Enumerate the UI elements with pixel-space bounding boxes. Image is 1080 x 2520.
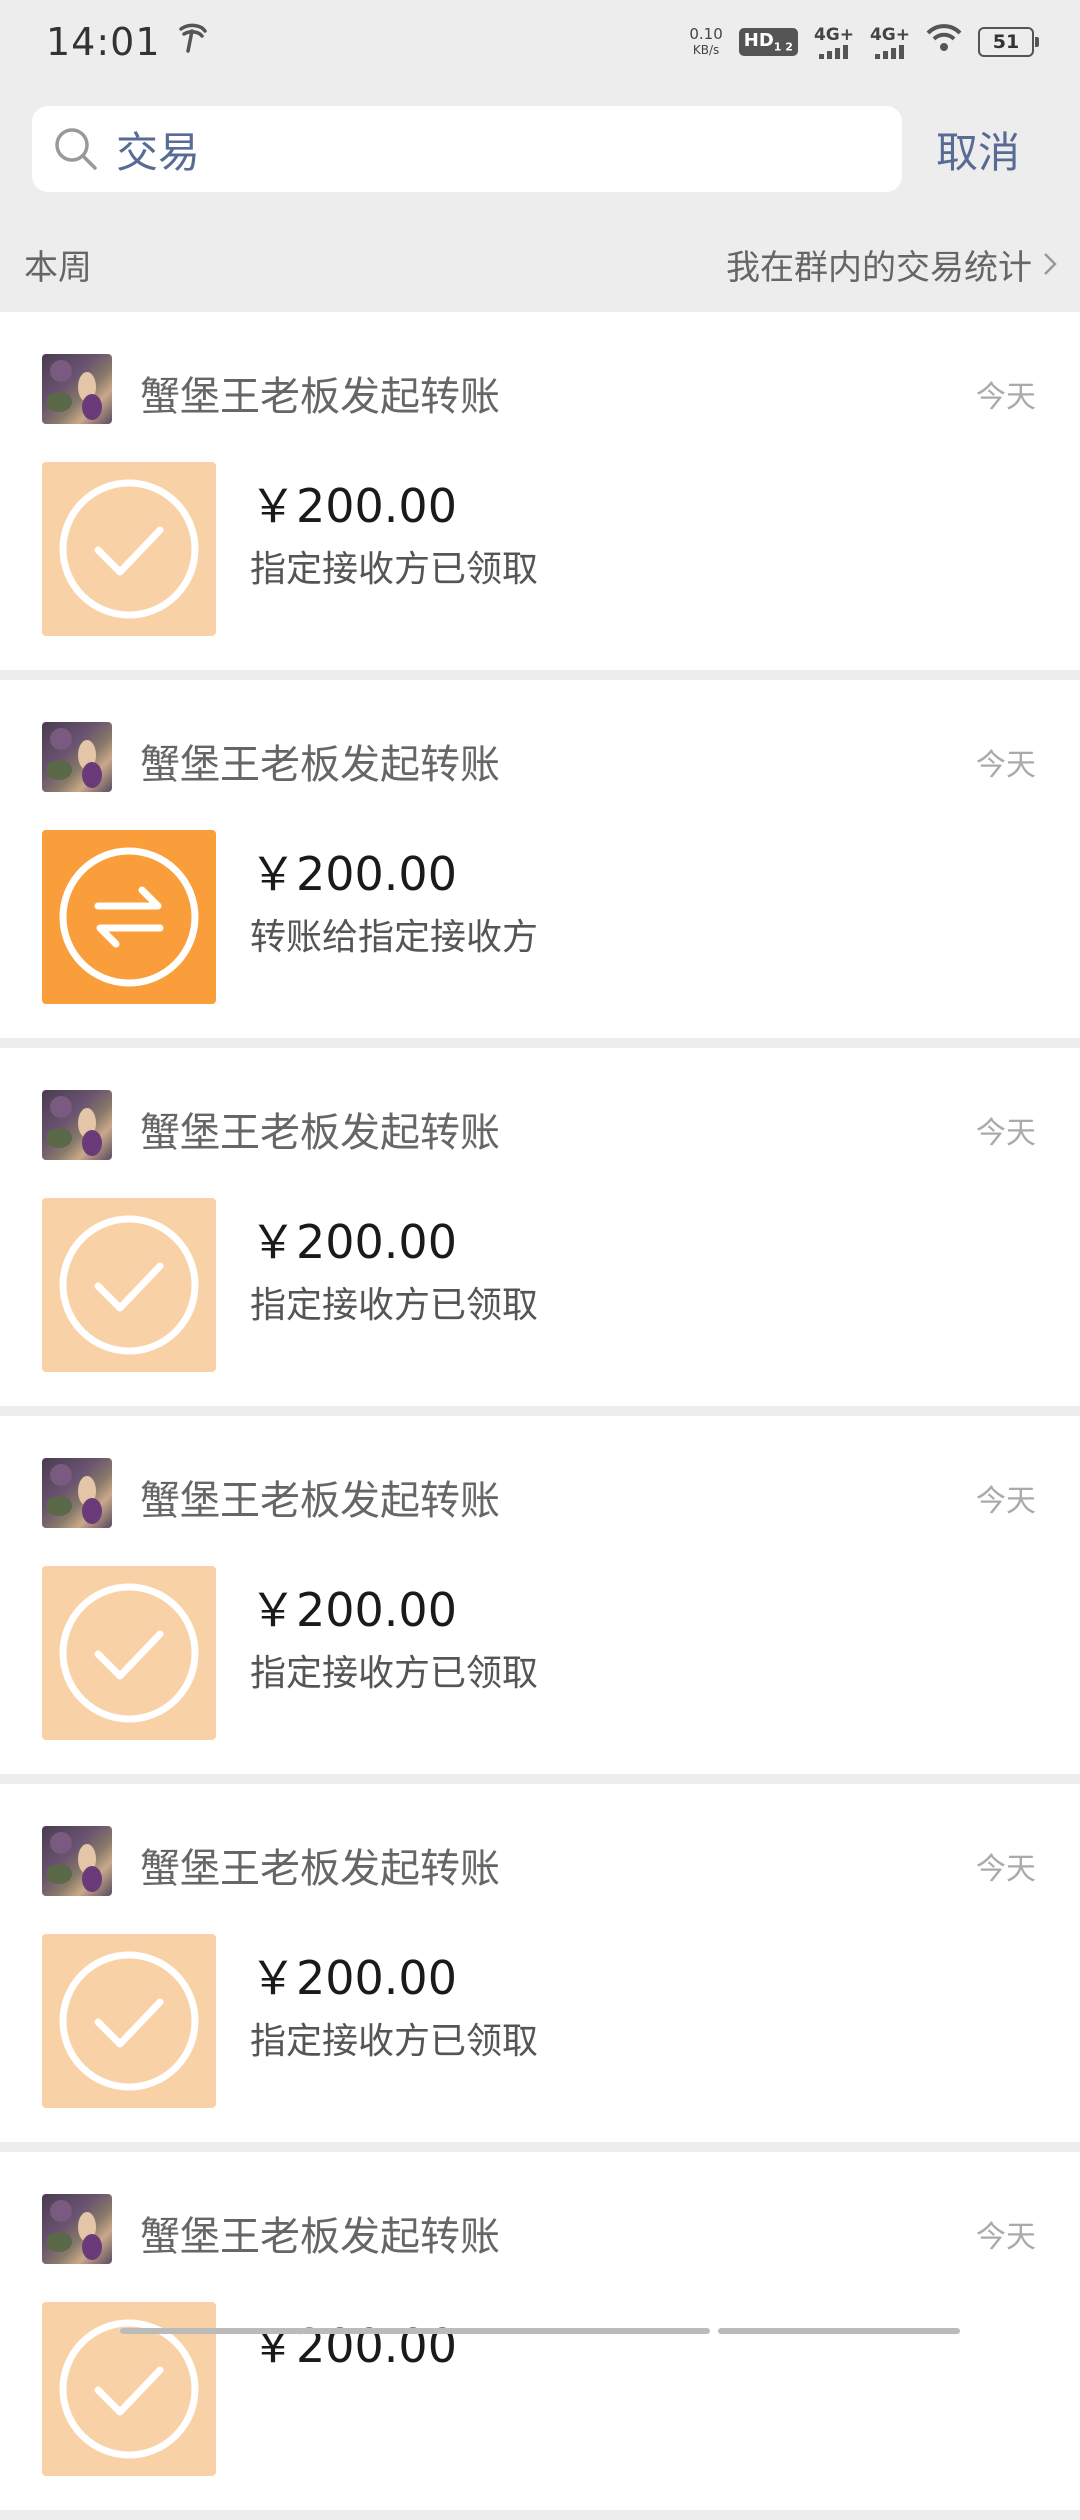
avatar bbox=[42, 1458, 112, 1528]
avatar bbox=[42, 722, 112, 792]
battery-icon: 51 bbox=[978, 27, 1039, 57]
transfer-arrows-icon bbox=[59, 847, 199, 987]
search-box[interactable] bbox=[32, 106, 902, 192]
avatar bbox=[42, 1090, 112, 1160]
check-circle-icon bbox=[59, 1583, 199, 1723]
signal-icon: 4G+ bbox=[814, 25, 854, 59]
transaction-date: 今天 bbox=[976, 1484, 1036, 1519]
telecom-icon bbox=[175, 21, 209, 64]
scroll-indicator bbox=[120, 2328, 960, 2336]
transaction-card[interactable]: 蟹堡王老板发起转账 今天 ￥200.00 指定接收方已领取 bbox=[0, 1784, 1080, 2142]
transaction-title: 蟹堡王老板发起转账 bbox=[140, 1846, 500, 1892]
net-speed-value: 0.10 bbox=[689, 25, 723, 43]
transfer-received-tile bbox=[42, 1566, 216, 1740]
transaction-status: 指定接收方已领取 bbox=[250, 1285, 539, 1326]
signal-label: 4G+ bbox=[869, 25, 910, 45]
transaction-title: 蟹堡王老板发起转账 bbox=[140, 742, 500, 788]
transaction-card[interactable]: 蟹堡王老板发起转账 今天 ￥200.00 指定接收方已领取 bbox=[0, 1416, 1080, 1774]
transaction-stats-link[interactable]: 我在群内的交易统计 bbox=[726, 240, 1058, 289]
check-circle-icon bbox=[59, 479, 199, 619]
transaction-title: 蟹堡王老板发起转账 bbox=[140, 1110, 500, 1156]
transaction-stats-label: 我在群内的交易统计 bbox=[726, 247, 1032, 288]
transaction-amount: ￥200.00 bbox=[250, 1951, 457, 2005]
chevron-right-icon bbox=[1044, 253, 1057, 275]
transaction-amount: ￥200.00 bbox=[250, 1583, 457, 1637]
check-circle-icon bbox=[59, 2319, 199, 2459]
transaction-amount: ￥200.00 bbox=[250, 2319, 457, 2373]
avatar bbox=[42, 354, 112, 424]
hd-sub-label: 1 2 bbox=[773, 40, 793, 54]
transaction-date: 今天 bbox=[976, 748, 1036, 783]
transaction-card[interactable]: 蟹堡王老板发起转账 今天 ￥200.00 转账给指定接收方 bbox=[0, 680, 1080, 1038]
transaction-date: 今天 bbox=[976, 1116, 1036, 1151]
battery-level: 51 bbox=[992, 31, 1020, 53]
transfer-pending-tile bbox=[42, 830, 216, 1004]
net-speed-indicator: 0.10 KB/s bbox=[689, 26, 722, 58]
signal-icon: 4G+ bbox=[870, 25, 910, 59]
transaction-amount: ￥200.00 bbox=[250, 479, 457, 533]
check-circle-icon bbox=[59, 1215, 199, 1355]
transfer-received-tile bbox=[42, 1934, 216, 2108]
transaction-status: 指定接收方已领取 bbox=[250, 2021, 539, 2062]
section-header: 本周 我在群内的交易统计 bbox=[0, 232, 1080, 296]
transaction-title: 蟹堡王老板发起转账 bbox=[140, 2214, 500, 2260]
net-speed-unit: KB/s bbox=[692, 43, 720, 57]
avatar bbox=[42, 1826, 112, 1896]
wifi-icon bbox=[926, 23, 962, 61]
section-title: 本周 bbox=[24, 247, 92, 288]
transaction-card[interactable]: 蟹堡王老板发起转账 今天 ￥200.00 指定接收方已领取 bbox=[0, 1048, 1080, 1406]
transaction-status: 转账给指定接收方 bbox=[250, 917, 539, 958]
signal-label: 4G+ bbox=[813, 25, 854, 45]
hd-label: HD bbox=[743, 30, 774, 52]
search-icon bbox=[55, 128, 97, 170]
search-bar: 取消 bbox=[0, 106, 1080, 192]
transaction-date: 今天 bbox=[976, 380, 1036, 415]
transaction-status: 指定接收方已领取 bbox=[250, 1653, 539, 1694]
transaction-status: 指定接收方已领取 bbox=[250, 549, 539, 590]
transaction-date: 今天 bbox=[976, 2220, 1036, 2255]
transaction-title: 蟹堡王老板发起转账 bbox=[140, 374, 500, 420]
search-input[interactable] bbox=[116, 124, 876, 174]
status-bar: 14:01 0.10 KB/s HD1 2 4G+ 4G+ 51 bbox=[0, 0, 1080, 84]
cancel-button[interactable]: 取消 bbox=[936, 119, 1020, 180]
status-time: 14:01 bbox=[46, 20, 161, 64]
transaction-amount: ￥200.00 bbox=[250, 847, 457, 901]
check-circle-icon bbox=[59, 1951, 199, 2091]
transaction-card[interactable]: 蟹堡王老板发起转账 今天 ￥200.00 指定接收方已领取 bbox=[0, 312, 1080, 670]
transfer-received-tile bbox=[42, 462, 216, 636]
hd-voice-icon: HD1 2 bbox=[738, 28, 798, 56]
transaction-title: 蟹堡王老板发起转账 bbox=[140, 1478, 500, 1524]
transfer-received-tile bbox=[42, 1198, 216, 1372]
transaction-list: 蟹堡王老板发起转账 今天 ￥200.00 指定接收方已领取 蟹堡王老板发起转账 … bbox=[0, 312, 1080, 2520]
transaction-date: 今天 bbox=[976, 1852, 1036, 1887]
transaction-amount: ￥200.00 bbox=[250, 1215, 457, 1269]
avatar bbox=[42, 2194, 112, 2264]
